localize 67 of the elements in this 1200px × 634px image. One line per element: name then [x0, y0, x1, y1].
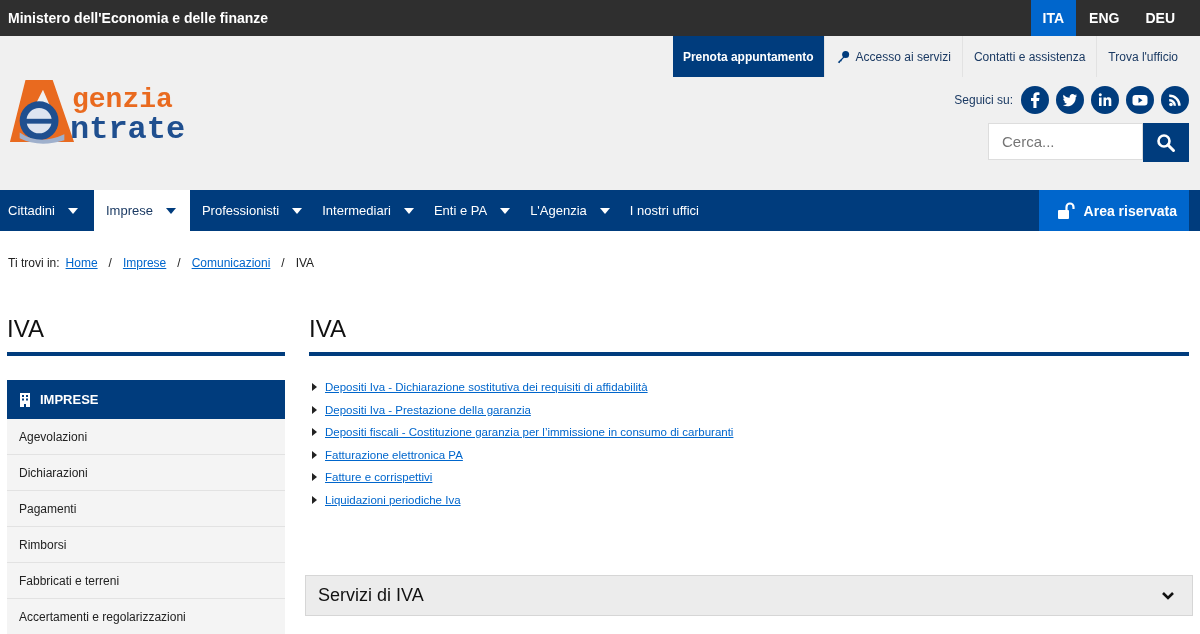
content-link[interactable]: Depositi fiscali - Costituzione garanzia per l’immissione in consumo di carburanti [325, 424, 734, 441]
page-title: IVA [309, 314, 347, 344]
sidebar-title: IVA [7, 314, 45, 344]
language-tab[interactable]: ITA [1030, 0, 1077, 36]
bullet-icon [312, 405, 317, 414]
sidebar-item[interactable]: Rimborsi [7, 527, 285, 563]
logo-text: ntrate [70, 114, 186, 146]
ministry-title: Ministero dell'Economia e delle finanze [8, 10, 269, 26]
language-tab[interactable]: ENG [1076, 0, 1133, 36]
caret-icon [500, 207, 511, 214]
content-link[interactable]: Depositi Iva - Prestazione della garanzia [325, 401, 531, 418]
breadcrumb-separator: / [108, 256, 112, 270]
content-link[interactable]: Fatture e corrispettivi [325, 469, 433, 486]
bullet-icon [312, 495, 317, 504]
bullet-icon [312, 473, 317, 482]
building-icon [19, 392, 31, 407]
header-link[interactable]: Contatti e assistenza [961, 36, 1097, 77]
bullet-icon [312, 450, 317, 459]
search-field[interactable]: Cerca... [988, 123, 1143, 160]
nav-tab[interactable]: Intermediari [314, 190, 426, 231]
sidebar-item[interactable]: Pagamenti [7, 491, 285, 527]
search-icon [1156, 132, 1176, 153]
logo-text: genzia [72, 86, 174, 114]
caret-icon [403, 207, 414, 214]
bullet-icon [312, 383, 317, 392]
nav-tab[interactable]: Cittadini [0, 190, 90, 231]
unlock-icon [1056, 201, 1075, 220]
breadcrumb-link[interactable]: Comunicazioni [191, 256, 271, 270]
content-link[interactable]: Depositi Iva - Dichiarazione sostitutiva dei requisiti di affidabilità [325, 379, 648, 396]
breadcrumb-separator: / [281, 256, 285, 270]
sidebar-item[interactable]: Agevolazioni [7, 419, 285, 455]
caret-icon [292, 207, 303, 214]
sidebar-item[interactable]: Fabbricati e terreni [7, 563, 285, 599]
nav-tab[interactable]: Enti e PA [425, 190, 523, 231]
breadcrumb-label: Ti trovi in: [8, 256, 60, 270]
content-link[interactable]: Liquidazioni periodiche Iva [325, 491, 461, 508]
bullet-icon [312, 428, 317, 437]
accordion-header[interactable]: Servizi di IVA [305, 575, 1193, 616]
facebook-icon[interactable] [1021, 86, 1049, 114]
chevron-icon [1162, 591, 1174, 600]
breadcrumb-link[interactable]: Imprese [122, 256, 167, 270]
nav-tab[interactable]: L'Agenzia [522, 190, 622, 231]
breadcrumb-current: IVA [295, 256, 315, 270]
breadcrumb-link[interactable]: Home [65, 256, 98, 270]
nav-tab[interactable]: Professionisti [193, 190, 315, 231]
language-tab[interactable]: DEU [1132, 0, 1188, 36]
header-link[interactable]: Trova l'ufficio [1096, 36, 1189, 77]
section-title: IMPRESE [40, 392, 99, 407]
services-link[interactable]: Accesso ai servizi [823, 36, 962, 77]
content-link[interactable]: Fatturazione elettronica PA [325, 446, 463, 463]
nav-tab[interactable]: I nostri uffici [621, 190, 711, 231]
breadcrumb-separator: / [177, 256, 181, 270]
caret-icon [165, 207, 176, 214]
rss-icon[interactable] [1161, 86, 1189, 114]
search-button[interactable] [1143, 123, 1189, 162]
caret-icon [599, 207, 610, 214]
caret-icon [67, 207, 78, 214]
reserved-area-button[interactable]: Area riservata [1038, 190, 1189, 231]
linkedin-icon[interactable] [1091, 86, 1119, 114]
sidebar-item[interactable]: Accertamenti e regolarizzazioni [7, 599, 285, 634]
bird-icon[interactable] [1056, 86, 1084, 114]
nav-tab[interactable]: Imprese [93, 190, 190, 231]
play-icon[interactable] [1126, 86, 1154, 114]
key-icon [835, 49, 850, 64]
sidebar-item[interactable]: Dichiarazioni [7, 455, 285, 491]
follow-label: Seguici su: [954, 93, 1013, 107]
appointment-button[interactable]: Prenota appuntamento [672, 36, 824, 77]
